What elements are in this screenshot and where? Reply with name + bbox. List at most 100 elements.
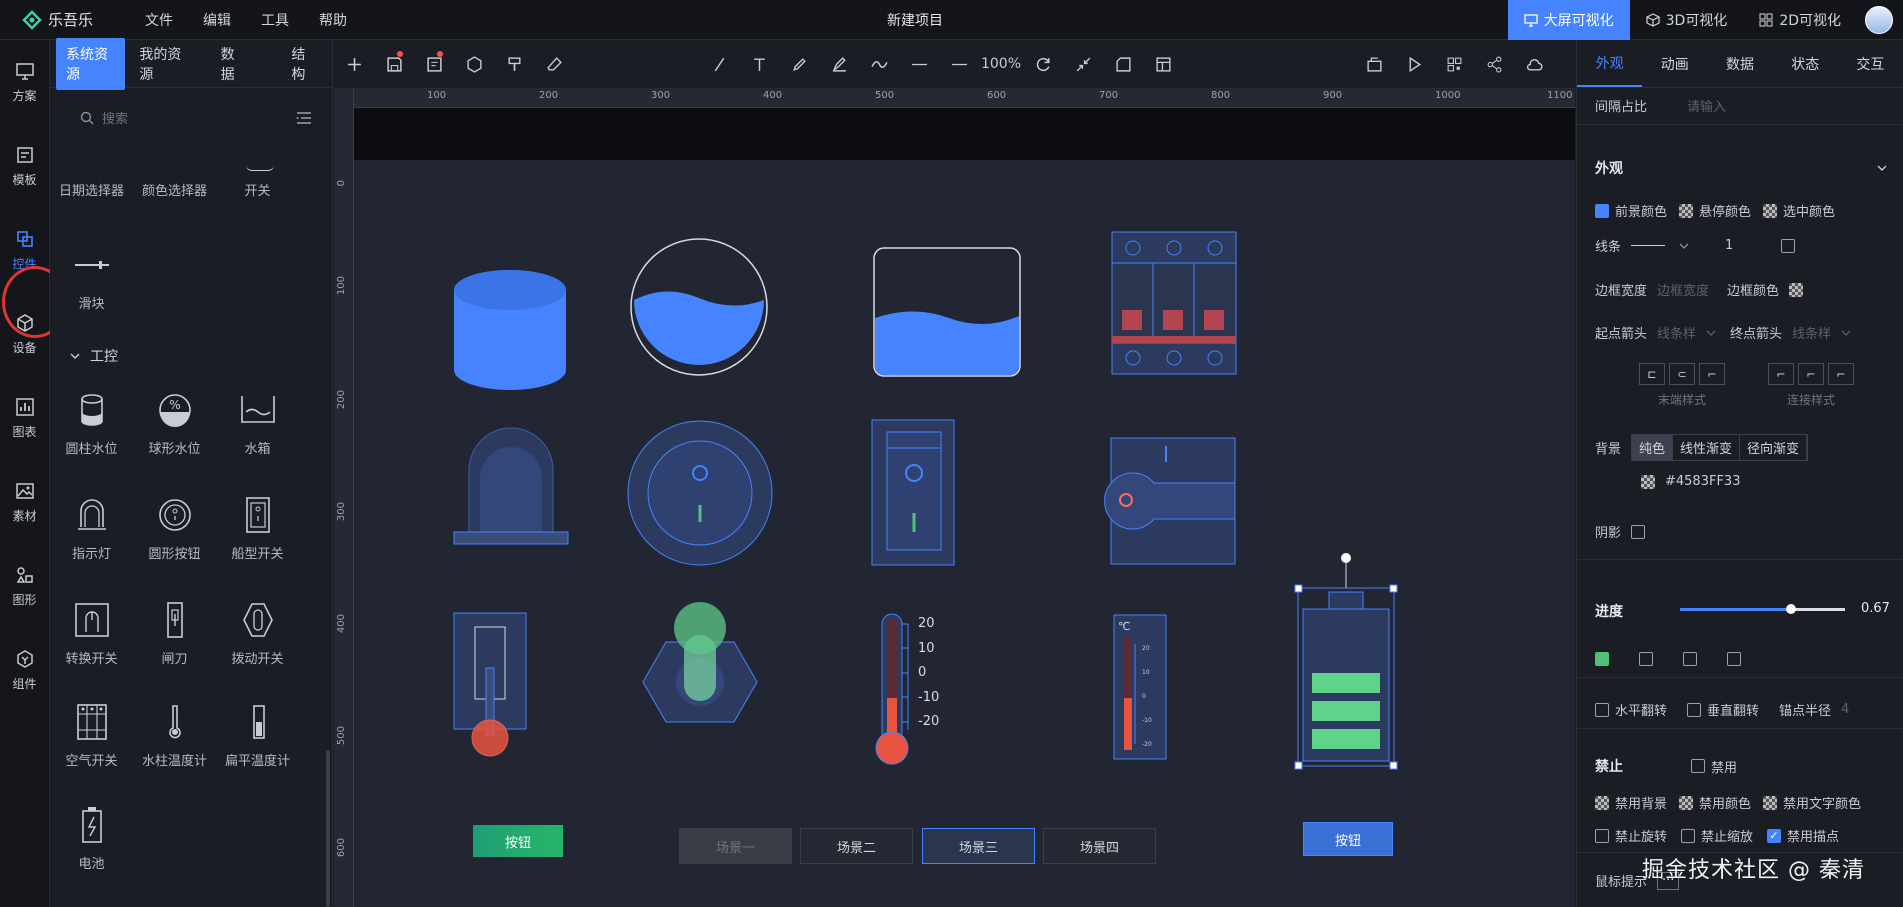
spacing-input[interactable]: 请输入 bbox=[1687, 96, 1726, 115]
bg-radial-option[interactable]: 径向渐变 bbox=[1740, 435, 1808, 460]
shrink-button[interactable] bbox=[1063, 40, 1103, 88]
text-tool-button[interactable] bbox=[739, 40, 779, 88]
flat-thermometer-widget[interactable]: ℃ 20 10 0 -10 -20 bbox=[1113, 614, 1167, 760]
share-button[interactable] bbox=[1474, 40, 1514, 88]
format-painter-button[interactable] bbox=[494, 40, 534, 88]
menu-tools[interactable]: 工具 bbox=[246, 10, 304, 30]
sidebar-item-template[interactable]: 模板 bbox=[0, 124, 49, 208]
tab-animation[interactable]: 动画 bbox=[1642, 40, 1707, 87]
qrcode-button[interactable] bbox=[1434, 40, 1474, 88]
bg-color-value[interactable]: #4583FF33 bbox=[1665, 474, 1740, 489]
cylinder-level-widget[interactable] bbox=[454, 270, 566, 390]
line-checkbox[interactable] bbox=[1781, 238, 1796, 253]
flip-h-checkbox[interactable] bbox=[1595, 702, 1609, 717]
list-icon[interactable] bbox=[296, 111, 312, 125]
disable-anchor-checkbox[interactable]: ✓ bbox=[1767, 828, 1782, 843]
flip-v-checkbox[interactable] bbox=[1687, 702, 1702, 717]
mode-2d[interactable]: 2D可视化 bbox=[1743, 0, 1857, 40]
sidebar-item-material[interactable]: 素材 bbox=[0, 460, 49, 544]
air-switch-widget[interactable] bbox=[1111, 231, 1237, 375]
water-tank-widget[interactable] bbox=[873, 247, 1021, 377]
progress-color-4[interactable] bbox=[1727, 652, 1741, 666]
canvas-button-blue[interactable]: 按钮 bbox=[1303, 822, 1393, 856]
widget-round-button[interactable]: 圆形按钮 bbox=[133, 495, 216, 562]
round-button-widget[interactable] bbox=[627, 420, 773, 566]
page-button[interactable] bbox=[414, 40, 454, 88]
line-tool-button[interactable] bbox=[699, 40, 739, 88]
user-avatar[interactable] bbox=[1865, 6, 1893, 34]
shadow-checkbox[interactable] bbox=[1631, 524, 1646, 539]
tab-state[interactable]: 状态 bbox=[1773, 40, 1838, 87]
border-width-input[interactable]: 边框宽度 bbox=[1657, 280, 1709, 299]
widget-column-thermometer[interactable]: 水柱温度计 bbox=[133, 702, 216, 769]
sidebar-item-component[interactable]: 组件 bbox=[0, 628, 49, 712]
widget-switch[interactable]: 开关 bbox=[216, 170, 299, 199]
zoom-level[interactable]: 100% bbox=[979, 40, 1023, 88]
bg-solid-option[interactable]: 纯色 bbox=[1632, 435, 1674, 460]
line-end-button[interactable] bbox=[939, 40, 979, 88]
start-arrow-select[interactable]: 线条样 bbox=[1657, 323, 1696, 342]
widget-date-picker[interactable]: 日期选择器 bbox=[50, 180, 133, 199]
widget-slider[interactable]: 滑块 bbox=[50, 245, 133, 312]
hexagon-button[interactable] bbox=[454, 40, 494, 88]
rocker-switch-widget[interactable] bbox=[871, 419, 955, 566]
widget-rocker-switch[interactable]: 船型开关 bbox=[216, 495, 299, 562]
anchor-radius-input[interactable]: 4 bbox=[1841, 702, 1849, 717]
disable-bg-swatch[interactable] bbox=[1595, 795, 1609, 810]
end-arrow-select[interactable]: 线条样 bbox=[1792, 323, 1831, 342]
sphere-level-widget[interactable] bbox=[630, 238, 768, 376]
library-search[interactable]: 搜索 bbox=[80, 108, 128, 127]
progress-color-3[interactable] bbox=[1683, 652, 1697, 666]
column-thermometer-widget[interactable]: 20 10 0 -10 -20 bbox=[875, 613, 939, 765]
widget-battery[interactable]: 电池 bbox=[50, 805, 133, 872]
menu-edit[interactable]: 编辑 bbox=[188, 10, 246, 30]
disable-color-swatch[interactable] bbox=[1679, 795, 1694, 810]
scene-three-button[interactable]: 场景三 bbox=[922, 828, 1035, 864]
end-style-round[interactable]: ⊂ bbox=[1669, 363, 1695, 385]
widget-knife-switch[interactable]: 闸刀 bbox=[133, 600, 216, 667]
menu-file[interactable]: 文件 bbox=[130, 10, 188, 30]
tab-appearance[interactable]: 外观 bbox=[1577, 40, 1643, 87]
widget-cylinder-level[interactable]: 圆柱水位 bbox=[50, 390, 133, 457]
fg-color-swatch[interactable] bbox=[1595, 203, 1609, 218]
pencil-tool-button[interactable] bbox=[819, 40, 859, 88]
mode-3d[interactable]: 3D可视化 bbox=[1630, 0, 1744, 40]
join-style-miter[interactable]: ⌐ bbox=[1768, 363, 1794, 385]
scene-two-button[interactable]: 场景二 bbox=[800, 828, 913, 864]
disable-checkbox[interactable] bbox=[1691, 759, 1705, 773]
tab-data[interactable]: 数据 bbox=[211, 38, 256, 90]
line-style-select[interactable] bbox=[1631, 241, 1689, 251]
knife-switch-widget[interactable] bbox=[453, 612, 527, 757]
tab-structure[interactable]: 结构 bbox=[281, 38, 326, 90]
mode-bigscreen[interactable]: 大屏可视化 bbox=[1507, 0, 1630, 40]
layout-button[interactable] bbox=[1143, 40, 1183, 88]
border-color-swatch[interactable] bbox=[1789, 282, 1804, 297]
library-scrollbar[interactable] bbox=[326, 750, 330, 907]
disable-rotate-checkbox[interactable] bbox=[1595, 828, 1609, 843]
line-width-input[interactable]: 1 bbox=[1725, 238, 1733, 253]
add-button[interactable] bbox=[334, 40, 374, 88]
menu-help[interactable]: 帮助 bbox=[304, 10, 362, 30]
progress-color-2[interactable] bbox=[1639, 652, 1653, 666]
progress-slider-handle[interactable] bbox=[1785, 604, 1796, 614]
widget-color-picker[interactable]: 颜色选择器 bbox=[133, 180, 216, 199]
refresh-button[interactable] bbox=[1023, 40, 1063, 88]
join-style-round[interactable]: ⌐ bbox=[1798, 363, 1824, 385]
end-style-square[interactable]: ⌐ bbox=[1699, 363, 1725, 385]
preview-button[interactable] bbox=[1394, 40, 1434, 88]
save-button[interactable] bbox=[374, 40, 414, 88]
bg-linear-option[interactable]: 线性渐变 bbox=[1673, 435, 1741, 460]
end-style-butt[interactable]: ⊏ bbox=[1639, 363, 1665, 385]
progress-value[interactable]: 0.67 bbox=[1861, 601, 1890, 616]
tab-interaction[interactable]: 交互 bbox=[1838, 40, 1903, 87]
widget-flat-thermometer[interactable]: 扁平温度计 bbox=[216, 702, 299, 769]
app-logo[interactable]: 乐吾乐 bbox=[0, 9, 130, 30]
page-size-button[interactable] bbox=[1103, 40, 1143, 88]
eraser-button[interactable] bbox=[534, 40, 574, 88]
hover-color-swatch[interactable] bbox=[1679, 203, 1694, 218]
indicator-light-widget[interactable] bbox=[453, 427, 569, 545]
widget-water-tank[interactable]: 水箱 bbox=[216, 390, 299, 457]
widget-transfer-switch[interactable]: 转换开关 bbox=[50, 600, 133, 667]
pen-tool-button[interactable] bbox=[779, 40, 819, 88]
sidebar-item-plan[interactable]: 方案 bbox=[0, 40, 49, 124]
